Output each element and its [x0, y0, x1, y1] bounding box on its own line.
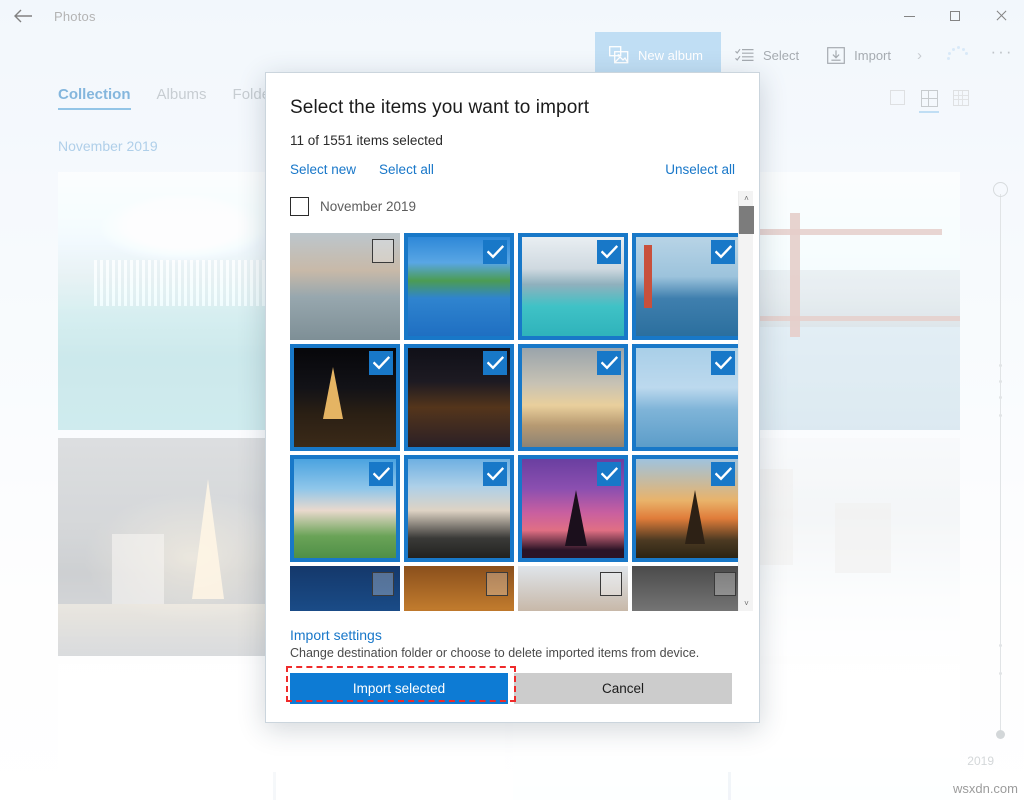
thumb-golden-texture[interactable] [404, 566, 514, 611]
checkmark-icon[interactable] [711, 351, 735, 375]
checkmark-icon[interactable] [483, 462, 507, 486]
thumbnail-grid [290, 233, 735, 611]
thumb-eiffel-sunset[interactable] [632, 455, 742, 562]
dialog-selection-links: Select new Select all Unselect all [290, 162, 735, 177]
import-settings-description: Change destination folder or choose to d… [290, 646, 735, 660]
select-new-link[interactable]: Select new [290, 162, 356, 177]
checkmark-icon[interactable] [597, 462, 621, 486]
unselect-all-link[interactable]: Unselect all [665, 162, 735, 177]
checkmark-icon[interactable] [483, 240, 507, 264]
checkmark-icon[interactable] [711, 240, 735, 264]
thumb-golden-gate-bridge[interactable] [632, 233, 742, 340]
thumb-turquoise-bay[interactable] [518, 233, 628, 340]
checkmark-icon[interactable] [369, 351, 393, 375]
import-settings-link[interactable]: Import settings [290, 627, 735, 643]
scrollbar-thumb[interactable] [739, 206, 754, 234]
thumb-street-view[interactable] [518, 566, 628, 611]
dialog-buttons: Import selected Cancel [290, 673, 735, 704]
checkmark-icon[interactable] [369, 462, 393, 486]
empty-checkbox-icon[interactable] [600, 572, 622, 596]
thumb-night-blue[interactable] [290, 566, 400, 611]
empty-checkbox-icon[interactable] [486, 572, 508, 596]
scroll-up-arrow-icon[interactable]: ˄ [739, 191, 754, 206]
dialog-title: Select the items you want to import [290, 97, 735, 119]
checkmark-icon[interactable] [483, 351, 507, 375]
empty-checkbox-icon[interactable] [372, 239, 394, 263]
group-header-row[interactable]: November 2019 [290, 191, 735, 221]
thumb-eiffel-purple-sky[interactable] [518, 455, 628, 562]
empty-checkbox-icon[interactable] [714, 572, 736, 596]
thumb-disney-castle-dusk[interactable] [404, 455, 514, 562]
import-items-dialog: Select the items you want to import 11 o… [265, 72, 760, 723]
scroll-down-arrow-icon[interactable]: ˅ [739, 596, 754, 611]
select-all-link[interactable]: Select all [379, 162, 434, 177]
dialog-selection-count: 11 of 1551 items selected [290, 133, 735, 148]
thumb-vegas-night-tower[interactable] [290, 344, 400, 451]
dialog-header: Select the items you want to import 11 o… [266, 73, 759, 177]
thumb-disney-castle-day[interactable] [290, 455, 400, 562]
checkmark-icon[interactable] [597, 351, 621, 375]
checkmark-icon[interactable] [711, 462, 735, 486]
cancel-button[interactable]: Cancel [514, 673, 732, 704]
thumb-vegas-fountains[interactable] [404, 344, 514, 451]
dialog-items-list: November 2019 ˄ ˅ [266, 191, 759, 611]
import-selected-button[interactable]: Import selected [290, 673, 508, 704]
checkmark-icon[interactable] [597, 240, 621, 264]
empty-checkbox-icon[interactable] [372, 572, 394, 596]
dialog-footer: Import settings Change destination folde… [266, 611, 759, 722]
thumb-paris-river-day[interactable] [632, 344, 742, 451]
photos-app-window: Photos New album [0, 0, 1024, 800]
thumb-lake-hillside[interactable] [404, 233, 514, 340]
group-label: November 2019 [320, 199, 416, 214]
thumb-gray-scene[interactable] [632, 566, 742, 611]
dialog-scrollbar[interactable]: ˄ ˅ [738, 191, 753, 611]
thumb-swiss-village[interactable] [290, 233, 400, 340]
group-checkbox[interactable] [290, 197, 309, 216]
thumb-seine-sunset[interactable] [518, 344, 628, 451]
